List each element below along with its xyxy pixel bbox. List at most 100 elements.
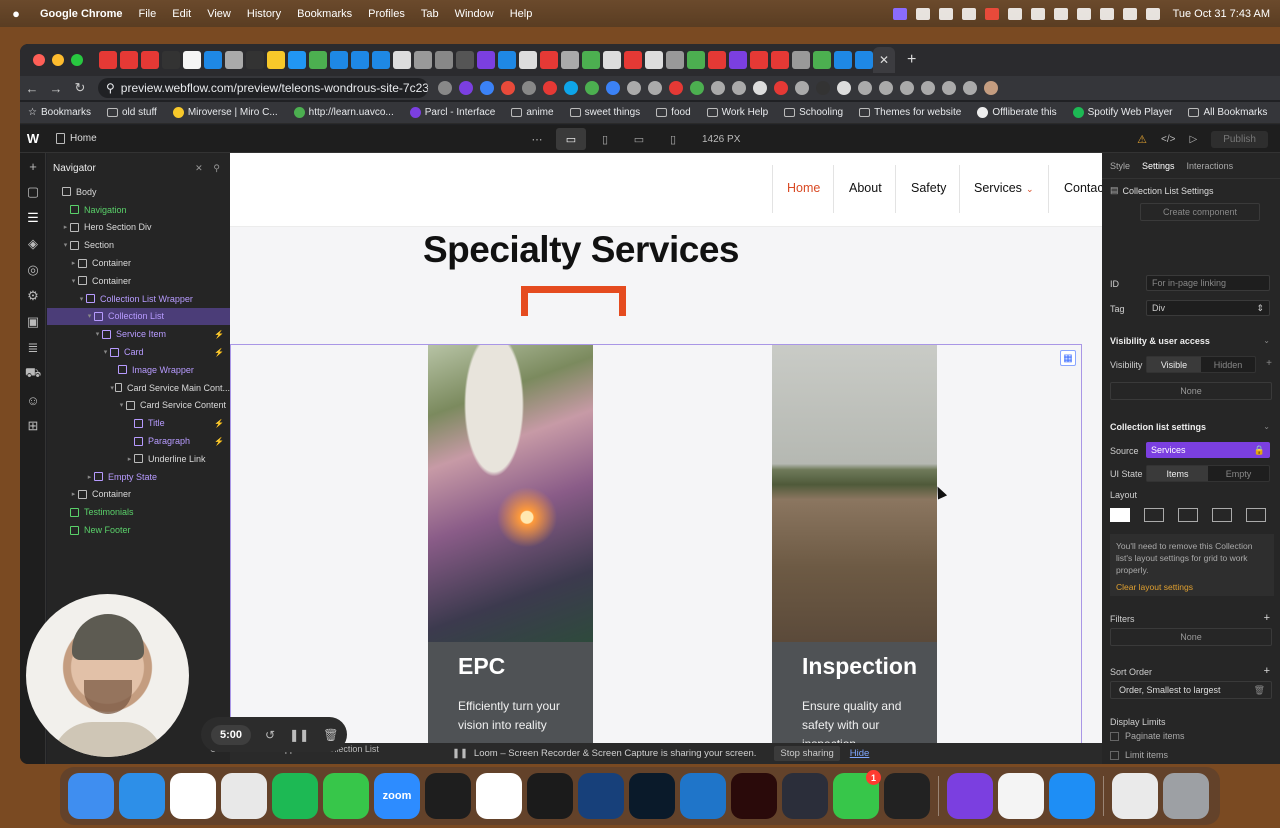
restart-icon[interactable]: ↺: [265, 728, 275, 742]
tab-favicon-icon[interactable]: [330, 51, 348, 69]
tree-item[interactable]: ▾ Collection List: [47, 307, 230, 326]
menu-tab[interactable]: Tab: [413, 8, 447, 20]
visibility-toggle[interactable]: Visible Hidden: [1146, 356, 1256, 373]
tree-caret-icon[interactable]: ▸: [69, 259, 78, 267]
extension-icon[interactable]: [606, 81, 620, 95]
cms-icon[interactable]: ≣: [20, 335, 46, 361]
chrome-app-icon[interactable]: [221, 773, 267, 819]
tag-select[interactable]: Div ⇕: [1146, 300, 1270, 316]
trash-icon[interactable]: 🗑: [323, 728, 338, 742]
empty-option[interactable]: Empty: [1208, 466, 1269, 481]
bookmark-offliberate[interactable]: Offliberate this: [969, 107, 1064, 118]
battery-icon[interactable]: [1053, 7, 1068, 20]
menu-view[interactable]: View: [199, 8, 239, 20]
assets-icon[interactable]: ▣: [20, 309, 46, 335]
documents-app-icon[interactable]: [1112, 773, 1158, 819]
tab-favicon-icon[interactable]: [540, 51, 558, 69]
checkbox-icon[interactable]: [1110, 750, 1119, 760]
tab-favicon-icon[interactable]: [771, 51, 789, 69]
service-card-inspection[interactable]: Inspection Ensure quality and safety wit…: [772, 345, 937, 743]
variables-icon[interactable]: ⚙: [20, 283, 46, 309]
extension-icon[interactable]: [501, 81, 515, 95]
tab-favicon-icon[interactable]: [204, 51, 222, 69]
extension-icon[interactable]: [984, 81, 998, 95]
paginate-checkbox[interactable]: Paginate items: [1110, 731, 1185, 741]
id-input[interactable]: For in-page linking: [1146, 275, 1270, 291]
tree-caret-icon[interactable]: ▸: [61, 223, 70, 231]
designer-canvas[interactable]: Home About Safety Services⌄ Contact Spec…: [230, 153, 1102, 743]
tab-favicon-icon[interactable]: [120, 51, 138, 69]
extension-icon[interactable]: [963, 81, 977, 95]
bookmark-spotify[interactable]: Spotify Web Player: [1065, 107, 1181, 118]
extension-icon[interactable]: [753, 81, 767, 95]
layout-6col-icon[interactable]: [1212, 508, 1232, 522]
layout-2col-icon[interactable]: [1110, 508, 1130, 522]
tree-caret-icon[interactable]: ▾: [117, 401, 126, 409]
components-icon[interactable]: ◈: [20, 231, 46, 257]
menu-edit[interactable]: Edit: [164, 8, 199, 20]
record-icon[interactable]: [984, 7, 999, 20]
menu-profiles[interactable]: Profiles: [360, 8, 413, 20]
dial-app-icon[interactable]: [884, 773, 930, 819]
ecommerce-icon[interactable]: ⛟: [20, 361, 46, 387]
extension-icon[interactable]: [585, 81, 599, 95]
tree-item[interactable]: ▾ Collection List Wrapper: [47, 290, 230, 308]
extension-icon[interactable]: [774, 81, 788, 95]
menu-file[interactable]: File: [131, 8, 165, 20]
tab-favicon-icon[interactable]: [687, 51, 705, 69]
electron-app-icon[interactable]: [782, 773, 828, 819]
site-nav-home[interactable]: Home: [787, 181, 820, 195]
bookmark-uavco[interactable]: http://learn.uavco...: [286, 107, 402, 118]
stop-sharing-button[interactable]: Stop sharing: [774, 746, 840, 761]
search-icon[interactable]: [1122, 7, 1137, 20]
add-icon[interactable]: +: [20, 153, 46, 179]
notion-app-icon[interactable]: [476, 773, 522, 819]
tab-favicon-icon[interactable]: [498, 51, 516, 69]
collection-settings-icon[interactable]: ▦: [1060, 350, 1076, 366]
tab-favicon-icon[interactable]: [288, 51, 306, 69]
extension-icon[interactable]: [942, 81, 956, 95]
tab-favicon-icon[interactable]: [729, 51, 747, 69]
activity-monitor-app-icon[interactable]: [527, 773, 573, 819]
desktop-breakpoint-icon[interactable]: ▭: [556, 128, 586, 150]
styles-icon[interactable]: ◎: [20, 257, 46, 283]
tab-interactions[interactable]: Interactions: [1187, 161, 1234, 171]
bookmark-sweet-things[interactable]: sweet things: [562, 107, 649, 118]
vscode-app-icon[interactable]: [680, 773, 726, 819]
close-window-button[interactable]: [33, 54, 45, 66]
tab-favicon-icon[interactable]: [645, 51, 663, 69]
firefox-app-icon[interactable]: [947, 773, 993, 819]
extension-icon[interactable]: [543, 81, 557, 95]
minimize-window-button[interactable]: [52, 54, 64, 66]
extension-icon[interactable]: [459, 81, 473, 95]
webcam-bubble[interactable]: [26, 594, 189, 757]
tree-item[interactable]: ▸ Container: [47, 486, 230, 504]
league-app-icon[interactable]: [629, 773, 675, 819]
tab-favicon-icon[interactable]: [435, 51, 453, 69]
menu-history[interactable]: History: [239, 8, 289, 20]
bookmark-schooling[interactable]: Schooling: [776, 107, 851, 118]
tree-caret-icon[interactable]: ▸: [69, 490, 78, 498]
textedit-app-icon[interactable]: [998, 773, 1044, 819]
active-tab-close-icon[interactable]: ✕: [873, 47, 895, 73]
tree-caret-icon[interactable]: ▸: [125, 455, 134, 463]
extension-icon[interactable]: [816, 81, 830, 95]
url-bar[interactable]: ⚲ preview.webflow.com/preview/teleons-wo…: [98, 78, 428, 98]
finder-app-icon[interactable]: [68, 773, 114, 819]
wifi-icon[interactable]: [1099, 7, 1114, 20]
add-filter-icon[interactable]: +: [1264, 612, 1270, 624]
bookmark-work-help[interactable]: Work Help: [699, 107, 777, 118]
clear-layout-link[interactable]: Clear layout settings: [1116, 581, 1268, 593]
tree-item[interactable]: ▸ Container: [47, 254, 230, 272]
reload-icon[interactable]: ↻: [68, 80, 92, 96]
tree-item[interactable]: ▾ Container: [47, 272, 230, 290]
tab-settings[interactable]: Settings: [1142, 161, 1175, 171]
tree-item[interactable]: ▾ Card ⚡: [47, 343, 230, 361]
extension-icon[interactable]: [669, 81, 683, 95]
mobile-breakpoint-icon[interactable]: ▯: [658, 128, 688, 150]
tab-favicon-icon[interactable]: [414, 51, 432, 69]
landscape-breakpoint-icon[interactable]: ▭: [624, 128, 654, 150]
tab-favicon-icon[interactable]: [855, 51, 873, 69]
service-card-epc[interactable]: EPC Efficiently turn your vision into re…: [428, 345, 593, 743]
safari-app-icon[interactable]: [119, 773, 165, 819]
